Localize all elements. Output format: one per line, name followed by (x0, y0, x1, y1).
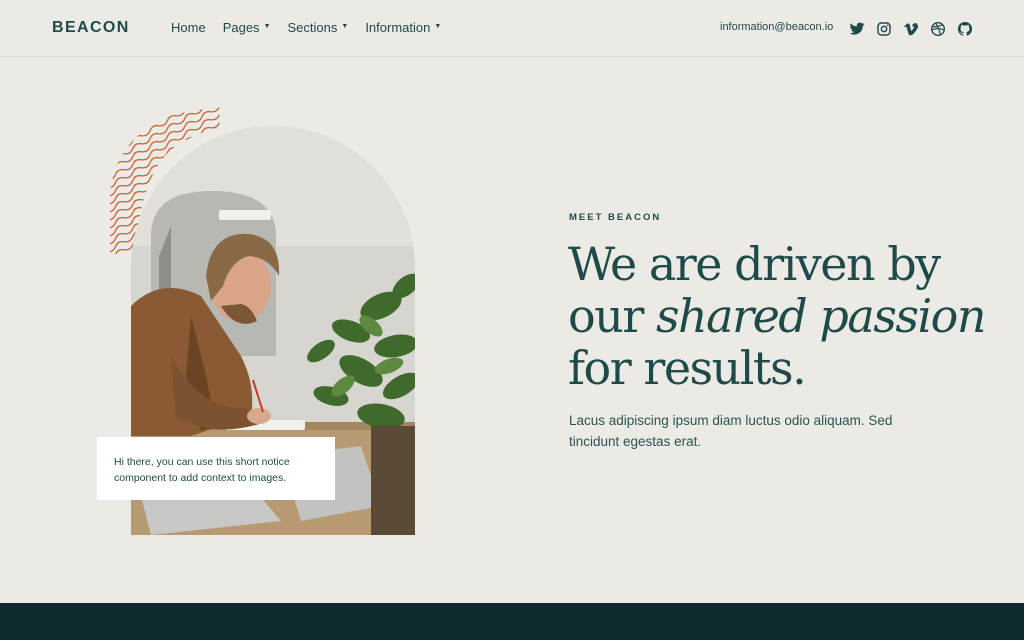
chevron-down-icon: ▼ (263, 23, 271, 30)
headline-line-2-plain: our (568, 289, 656, 343)
social-links (849, 21, 984, 37)
instagram-icon[interactable] (876, 21, 892, 37)
top-navbar: BEACON Home Pages ▼ Sections ▼ Information… (0, 0, 1024, 57)
nav-pages[interactable]: Pages ▼ (223, 20, 271, 35)
github-icon[interactable] (957, 21, 973, 37)
image-notice-card: Hi there, you can use this short notice … (97, 437, 335, 500)
hero-lead-text: Lacus adipiscing ipsum diam luctus odio … (569, 413, 893, 449)
nav-information-label: Information (365, 20, 431, 35)
main-nav: Home Pages ▼ Sections ▼ Information ▼ (171, 20, 458, 35)
chevron-down-icon: ▼ (341, 23, 349, 30)
headline-line-2-italic: shared passion (655, 289, 987, 343)
nav-information[interactable]: Information ▼ (365, 20, 441, 35)
twitter-icon[interactable] (849, 21, 865, 37)
chevron-down-icon: ▼ (434, 23, 442, 30)
nav-home[interactable]: Home (171, 20, 206, 35)
nav-pages-label: Pages (222, 20, 260, 35)
nav-sections-label: Sections (287, 20, 338, 35)
nav-home-label: Home (171, 20, 206, 35)
hero-headline: We are driven by our shared passion for … (568, 238, 988, 394)
brand-logo[interactable]: BEACON (52, 19, 130, 37)
hero-eyebrow: MEET BEACON (569, 212, 662, 223)
contact-email-link[interactable]: information@beacon.io (720, 21, 833, 33)
headline-line-3: for results. (568, 341, 807, 395)
notice-text: Hi there, you can use this short notice … (114, 456, 290, 484)
dribbble-icon[interactable] (930, 21, 946, 37)
footer-band (0, 603, 1024, 640)
headline-line-1: We are driven by (568, 237, 941, 291)
vimeo-icon[interactable] (903, 21, 919, 37)
nav-sections[interactable]: Sections ▼ (288, 20, 349, 35)
